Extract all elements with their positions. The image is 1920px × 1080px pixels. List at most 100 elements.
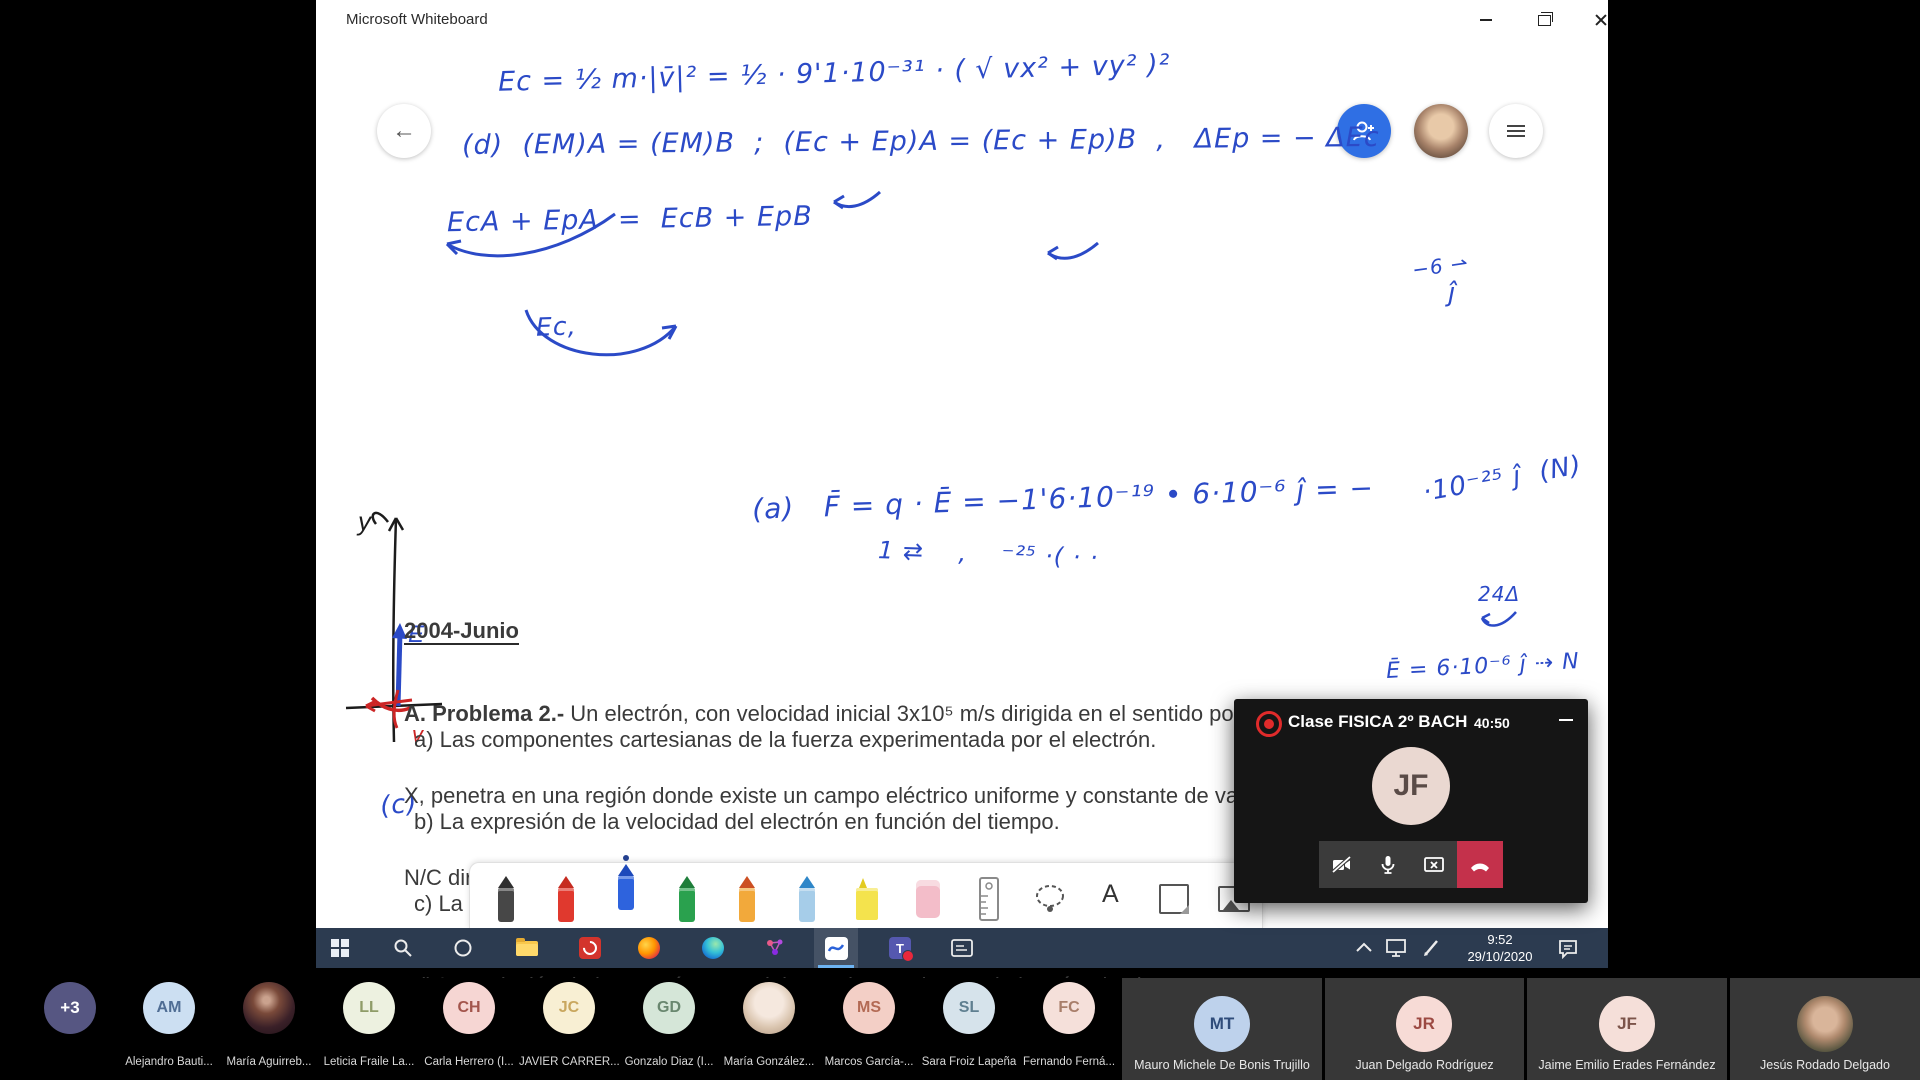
share-screen-off-button[interactable] [1411, 841, 1457, 888]
ruler-tool[interactable] [977, 876, 1001, 922]
share-screen-x-icon [1424, 856, 1444, 872]
pen-lightblue[interactable] [799, 876, 815, 922]
participants-strip: +3 AM Alejandro Bauti... María Aguirreb.… [0, 978, 1920, 1080]
participant-tile[interactable]: JR Juan Delgado Rodríguez [1325, 978, 1524, 1080]
call-minimize-button[interactable] [1558, 711, 1574, 727]
participant-tile[interactable]: MS Marcos García-... [819, 978, 919, 1080]
participant-tile[interactable]: LL Leticia Fraile La... [319, 978, 419, 1080]
participant-name: Leticia Fraile La... [323, 1056, 415, 1068]
menu-button[interactable] [1489, 104, 1543, 158]
participant-tile[interactable]: María González... [719, 978, 819, 1080]
notification-icon [1559, 940, 1577, 959]
back-button[interactable]: ← [377, 104, 431, 158]
participant-name: Mauro Michele De Bonis Trujillo [1134, 1058, 1310, 1072]
sticky-note-tool[interactable] [1159, 884, 1189, 914]
ink-jhat-fragment: ĵ [1448, 278, 1457, 308]
participant-tile[interactable]: GD Gonzalo Diaz (I... [619, 978, 719, 1080]
participant-avatar: SL [943, 982, 995, 1034]
participant-photo-avatar [1797, 996, 1853, 1052]
hangup-button[interactable] [1457, 841, 1503, 888]
participant-name: Gonzalo Diaz (I... [624, 1056, 714, 1068]
taskbar-acrobat[interactable] [568, 928, 612, 968]
call-title: Clase FISICA 2º BACH [1288, 712, 1468, 731]
restore-icon [1537, 11, 1553, 26]
participant-photo-avatar [243, 982, 295, 1034]
ink-small-arrow-1 [833, 190, 881, 210]
problem-heading: 2004-Junio [404, 617, 519, 645]
call-overlay: Clase FISICA 2º BACH 40:50 JF [1234, 699, 1588, 903]
overflow-participants[interactable]: +3 [20, 978, 120, 1080]
selected-pen-indicator [623, 855, 629, 861]
call-timer: 40:50 [1474, 715, 1510, 731]
taskbar: T 9:52 29/10/2020 [316, 928, 1608, 968]
participant-avatar: GD [643, 982, 695, 1034]
close-button[interactable] [1578, 0, 1624, 40]
pen-orange[interactable] [739, 876, 755, 922]
pen-green[interactable] [679, 876, 695, 922]
participant-tile[interactable]: JF Jaime Emilio Erades Fernández [1527, 978, 1727, 1080]
close-icon [1594, 13, 1608, 27]
question-a: a) Las componentes cartesianas de la fue… [414, 726, 1157, 752]
folder-icon [516, 937, 538, 956]
participant-avatar: JR [1396, 996, 1452, 1052]
taskbar-clock[interactable]: 9:52 29/10/2020 [1448, 931, 1552, 965]
minimize-button[interactable] [1463, 0, 1509, 40]
taskbar-edge[interactable] [691, 928, 735, 968]
participant-tile[interactable]: CH Carla Herrero (I... [419, 978, 519, 1080]
start-button[interactable] [318, 928, 362, 968]
taskbar-whiteboard-active[interactable] [814, 928, 858, 968]
mic-icon [1381, 855, 1395, 874]
action-center[interactable] [1556, 928, 1580, 968]
screen: Microsoft Whiteboard ← Ec = ½ m·|v̄|² = … [0, 0, 1920, 1080]
pen-red[interactable] [558, 876, 574, 922]
taskbar-cortana[interactable] [441, 928, 485, 968]
participant-tile[interactable]: SL Sara Froiz Lapeña [919, 978, 1019, 1080]
taskbar-app-molecule[interactable] [753, 928, 797, 968]
board-app-icon [951, 939, 973, 957]
eraser-tool[interactable] [916, 880, 940, 918]
participant-name: Jesús Rodado Delgado [1760, 1058, 1890, 1072]
participant-tile[interactable]: Jesús Rodado Delgado [1730, 978, 1920, 1080]
windows-logo-icon [331, 939, 349, 957]
camera-off-button[interactable] [1319, 841, 1365, 888]
cortana-icon [454, 939, 472, 957]
participant-photo-avatar [743, 982, 795, 1034]
participant-name: Alejandro Bauti... [125, 1056, 213, 1068]
participant-name: Carla Herrero (I... [424, 1056, 514, 1068]
taskbar-board-app[interactable] [940, 928, 984, 968]
taskbar-teams[interactable]: T [878, 928, 922, 968]
participant-name: Jaime Emilio Erades Fernández [1538, 1058, 1716, 1072]
question-b: b) La expresión de la velocidad del elec… [414, 809, 1060, 835]
pen-blue-selected[interactable] [618, 855, 634, 910]
edge-icon [702, 937, 724, 959]
participant-tile[interactable]: FC Fernando Ferná... [1019, 978, 1119, 1080]
hamburger-icon [1507, 122, 1525, 140]
participant-tile[interactable]: MT Mauro Michele De Bonis Trujillo [1122, 978, 1322, 1080]
tray-pen[interactable] [1420, 928, 1442, 968]
lasso-select-tool[interactable] [1033, 882, 1067, 916]
pen-icon [1424, 940, 1438, 956]
hangup-icon [1471, 863, 1489, 871]
mic-button[interactable] [1365, 841, 1411, 888]
participant-tile[interactable]: JC JAVIER CARRER... [519, 978, 619, 1080]
taskbar-search[interactable] [381, 928, 425, 968]
tray-display[interactable] [1384, 928, 1408, 968]
tray-chevron[interactable] [1352, 928, 1376, 968]
participant-avatar: FC [1043, 982, 1095, 1034]
participant-tile[interactable]: María Aguirreb... [219, 978, 319, 1080]
highlighter-tool[interactable] [856, 878, 878, 922]
window-titlebar: Microsoft Whiteboard [316, 0, 1608, 41]
presenter-avatar[interactable] [1414, 104, 1468, 158]
taskbar-file-explorer[interactable] [505, 928, 549, 968]
ink-small-arrow-2 [1047, 241, 1099, 261]
clock-date: 29/10/2020 [1467, 949, 1533, 964]
text-tool[interactable]: A [1102, 880, 1119, 909]
pen-black[interactable] [498, 876, 514, 922]
notification-badge [902, 950, 914, 962]
active-app-underline [818, 965, 854, 968]
restore-button[interactable] [1521, 0, 1567, 40]
back-arrow-icon: ← [392, 117, 416, 144]
participant-tile[interactable]: AM Alejandro Bauti... [119, 978, 219, 1080]
taskbar-firefox[interactable] [627, 928, 671, 968]
ink-scribble-right: 24Δ [1478, 582, 1521, 606]
